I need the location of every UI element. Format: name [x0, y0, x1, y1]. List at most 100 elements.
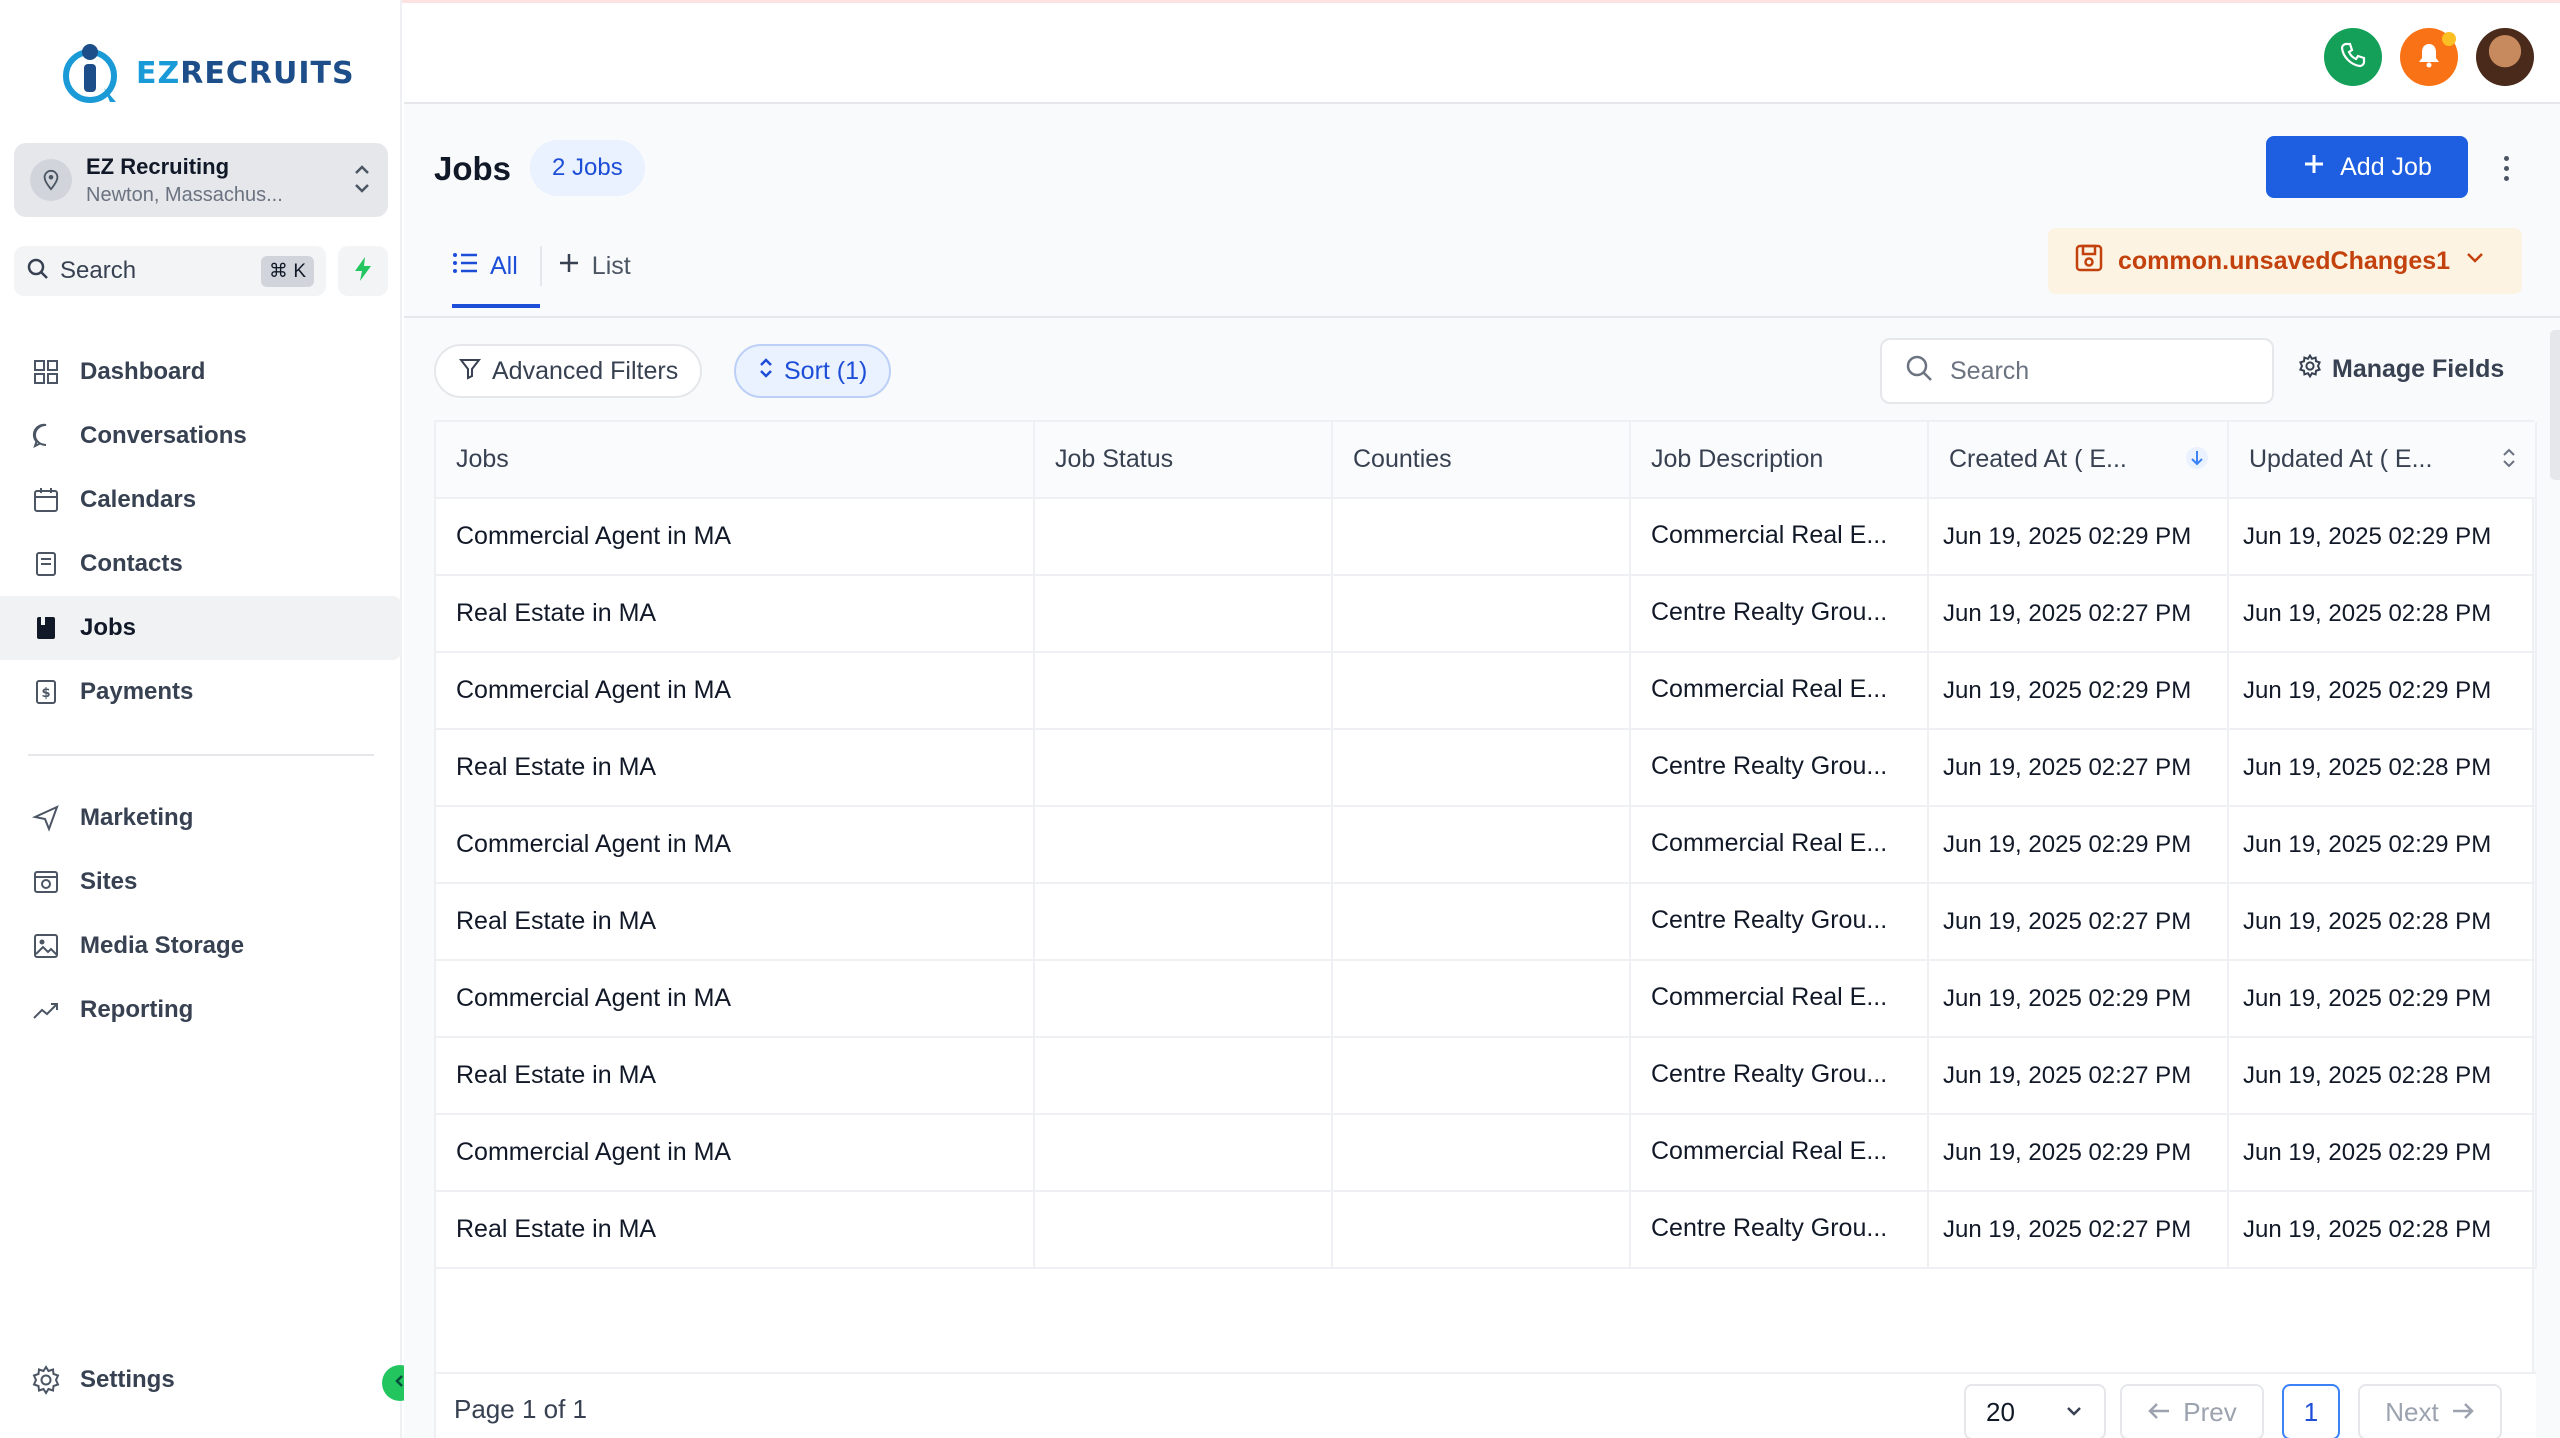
cell-job-status: [1034, 806, 1333, 884]
notification-dot: [2442, 32, 2456, 46]
table-row[interactable]: Real Estate in MA Centre Realty Grou... Ju…: [436, 1191, 2537, 1269]
cell-updated-at: Jun 19, 2025 02:28 PM: [2228, 1037, 2537, 1115]
chat-icon: [30, 420, 62, 452]
table-row[interactable]: Commercial Agent in MA Commercial Real E.…: [436, 806, 2537, 884]
cell-job-status: [1034, 652, 1333, 730]
nav-item-payments[interactable]: $ Payments: [0, 660, 402, 724]
settings-section: Settings: [0, 1348, 402, 1412]
nav-item-contacts[interactable]: Contacts: [0, 532, 402, 596]
plus-icon: [558, 252, 580, 281]
table-row[interactable]: Real Estate in MA Centre Realty Grou... Ju…: [436, 729, 2537, 807]
pagination-bar: Page 1 of 1 20 Prev 1 Next: [436, 1372, 2536, 1438]
sort-label: Sort (1): [784, 356, 868, 385]
table-body: Commercial Agent in MA Commercial Real E.…: [436, 498, 2537, 1269]
brand-logo[interactable]: EZRECRUITS: [60, 40, 355, 106]
phone-button[interactable]: [2324, 28, 2382, 86]
list-icon: [452, 252, 478, 281]
quick-action-button[interactable]: [338, 246, 388, 296]
sidebar-search[interactable]: Search ⌘ K: [14, 246, 326, 296]
table-row[interactable]: Commercial Agent in MA Commercial Real E.…: [436, 960, 2537, 1038]
svg-text:$: $: [41, 686, 50, 701]
cell-job-name[interactable]: Commercial Agent in MA: [436, 498, 1035, 576]
bell-icon: [2415, 41, 2443, 74]
sort-updown-icon: [758, 356, 774, 387]
nav-item-marketing[interactable]: Marketing: [0, 786, 402, 850]
cell-created-at: Jun 19, 2025 02:27 PM: [1928, 883, 2229, 961]
table-row[interactable]: Real Estate in MA Centre Realty Grou... Ju…: [436, 1037, 2537, 1115]
cell-job-name[interactable]: Commercial Agent in MA: [436, 960, 1035, 1038]
table-row[interactable]: Commercial Agent in MA Commercial Real E.…: [436, 652, 2537, 730]
tab-all[interactable]: All: [452, 224, 540, 308]
account-location: Newton, Massachus...: [86, 183, 283, 206]
side-panel-handle[interactable]: [2550, 330, 2560, 480]
manage-fields-label: Manage Fields: [2332, 355, 2505, 383]
arrow-right-icon: [2451, 1397, 2475, 1428]
unsaved-changes-dropdown[interactable]: common.unsavedChanges1: [2048, 228, 2522, 294]
sort-updown-icon[interactable]: [2501, 446, 2517, 477]
nav-item-conversations[interactable]: Conversations: [0, 404, 402, 468]
cell-created-at: Jun 19, 2025 02:27 PM: [1928, 1037, 2229, 1115]
manage-fields-button[interactable]: Manage Fields: [2298, 353, 2505, 385]
logo-text: EZRECRUITS: [136, 55, 355, 91]
cell-job-description: Centre Realty Grou...: [1630, 1037, 1929, 1115]
nav-label: Sites: [80, 868, 138, 895]
table-row[interactable]: Real Estate in MA Centre Realty Grou... Ju…: [436, 883, 2537, 961]
search-icon: [26, 257, 50, 286]
column-header-created-at[interactable]: Created At ( E...: [1928, 422, 2229, 499]
column-header-jobs[interactable]: Jobs: [436, 422, 1035, 499]
table-search-input[interactable]: Search: [1880, 338, 2274, 404]
advanced-filters-button[interactable]: Advanced Filters: [434, 344, 703, 398]
gear-icon: [2298, 353, 2322, 385]
cell-job-name[interactable]: Real Estate in MA: [436, 575, 1035, 653]
sort-arrow-down-icon[interactable]: [2185, 446, 2209, 477]
nav-label: Payments: [80, 678, 194, 705]
cell-updated-at: Jun 19, 2025 02:28 PM: [2228, 575, 2537, 653]
column-header-updated-at[interactable]: Updated At ( E...: [2228, 422, 2537, 499]
column-header-counties[interactable]: Counties: [1332, 422, 1631, 499]
per-page-select[interactable]: 20: [1964, 1384, 2106, 1438]
column-header-job-description[interactable]: Job Description: [1630, 422, 1929, 499]
save-icon: [2074, 243, 2104, 280]
tab-all-label: All: [490, 251, 518, 280]
nav-item-calendars[interactable]: Calendars: [0, 468, 402, 532]
table-row[interactable]: Commercial Agent in MA Commercial Real E.…: [436, 1114, 2537, 1192]
nav-label: Media Storage: [80, 932, 245, 959]
cell-job-name[interactable]: Real Estate in MA: [436, 883, 1035, 961]
next-page-button[interactable]: Next: [2358, 1384, 2502, 1438]
cell-job-name[interactable]: Real Estate in MA: [436, 729, 1035, 807]
calendar-icon: [30, 484, 62, 516]
table-row[interactable]: Real Estate in MA Centre Realty Grou... Ju…: [436, 575, 2537, 653]
cell-job-name[interactable]: Real Estate in MA: [436, 1037, 1035, 1115]
more-options-icon[interactable]: [2496, 148, 2516, 188]
cell-counties: [1332, 575, 1631, 653]
column-header-job-status[interactable]: Job Status: [1034, 422, 1333, 499]
jobs-icon: [30, 612, 62, 644]
cell-created-at: Jun 19, 2025 02:29 PM: [1928, 498, 2229, 576]
nav-label: Dashboard: [80, 358, 206, 385]
cell-job-name[interactable]: Commercial Agent in MA: [436, 806, 1035, 884]
cell-job-name[interactable]: Commercial Agent in MA: [436, 652, 1035, 730]
add-job-button[interactable]: Add Job: [2266, 136, 2468, 198]
prev-page-button[interactable]: Prev: [2120, 1384, 2264, 1438]
cell-created-at: Jun 19, 2025 02:29 PM: [1928, 960, 2229, 1038]
nav-item-sites[interactable]: Sites: [0, 850, 402, 914]
cell-counties: [1332, 729, 1631, 807]
table-row[interactable]: Commercial Agent in MA Commercial Real E.…: [436, 498, 2537, 576]
nav-item-media-storage[interactable]: Media Storage: [0, 914, 402, 978]
nav-item-dashboard[interactable]: Dashboard: [0, 340, 402, 404]
nav-label: Marketing: [80, 804, 194, 831]
main-nav: Dashboard Conversations Calendars Contac…: [0, 340, 402, 1042]
sort-button[interactable]: Sort (1): [734, 344, 892, 398]
chevron-updown-icon: [352, 161, 372, 202]
page-number-button[interactable]: 1: [2282, 1384, 2340, 1438]
user-avatar[interactable]: [2476, 28, 2534, 86]
tab-add-list[interactable]: List: [558, 224, 653, 308]
table-header-row: Jobs Job Status Counties Job Description…: [436, 422, 2537, 499]
cell-job-name[interactable]: Commercial Agent in MA: [436, 1114, 1035, 1192]
nav-item-jobs[interactable]: Jobs: [0, 596, 402, 660]
nav-item-settings[interactable]: Settings: [0, 1348, 402, 1412]
nav-item-reporting[interactable]: Reporting: [0, 978, 402, 1042]
account-switcher[interactable]: EZ Recruiting Newton, Massachus...: [14, 143, 388, 217]
nav-divider: [28, 754, 374, 756]
cell-job-name[interactable]: Real Estate in MA: [436, 1191, 1035, 1269]
